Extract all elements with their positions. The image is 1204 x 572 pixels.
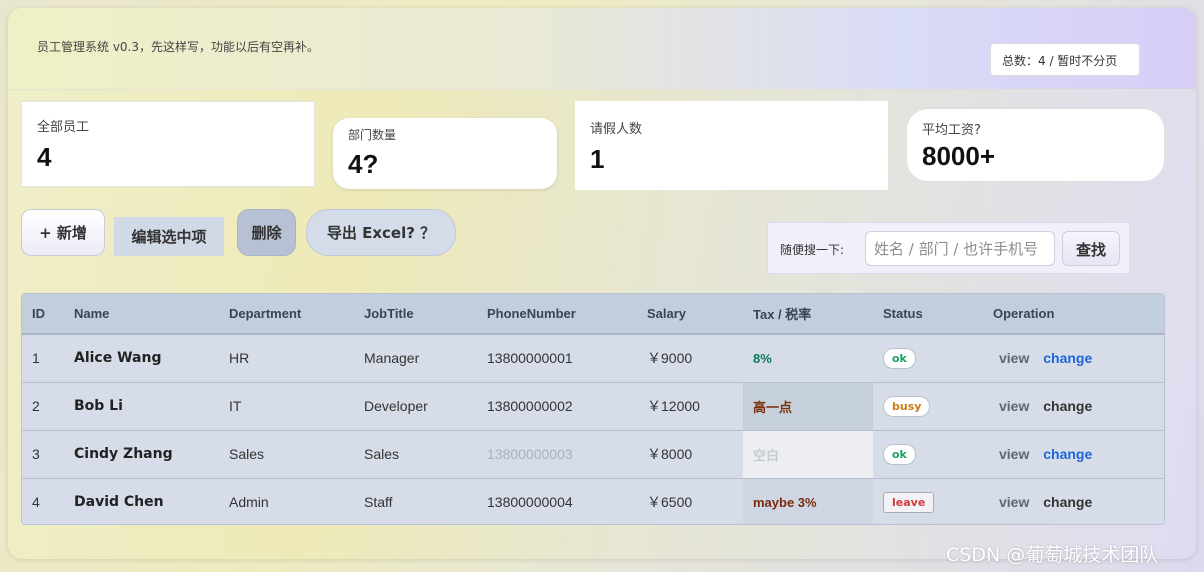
stat-value: 8000+ (922, 141, 996, 171)
cell-status: busy (873, 382, 983, 431)
stat-label: 全部员工 (37, 120, 90, 135)
cell-operation: view change (983, 334, 1164, 383)
cell-jobtitle: Staff (364, 494, 393, 511)
app-title: 员工管理系统 v0.3，先这样写，功能以后有空再补。 (37, 40, 320, 54)
stat-value: 4? (348, 149, 379, 179)
stat-card-employees: 全部员工 4 (21, 101, 315, 187)
column-header-tax[interactable]: Tax / 税率 (743, 294, 873, 335)
search-input[interactable] (865, 231, 1055, 266)
cell-id: 4 (32, 494, 40, 511)
cell-status: leave (873, 478, 983, 524)
change-link[interactable]: change (1043, 494, 1092, 510)
cell-salary: ￥12000 (637, 382, 743, 431)
cell-jobtitle: Developer (354, 382, 477, 431)
cell-name: David Chen (74, 494, 164, 511)
table-row[interactable]: 2 Bob Li IT Developer 13800000002 ￥12000… (22, 382, 1164, 431)
cell-salary: ￥6500 (647, 494, 693, 511)
cell-id: 3 (22, 430, 64, 479)
cell-department: IT (219, 382, 354, 431)
stat-value: 1 (590, 144, 605, 174)
cell-jobtitle: Sales (354, 430, 477, 479)
search-bar: 随便搜一下: 查找 (767, 222, 1130, 274)
search-button[interactable]: 查找 (1062, 231, 1120, 266)
cell-phone: 13800000002 (477, 382, 637, 431)
cell-name: Alice Wang (64, 334, 219, 383)
cell-tax: 高一点 (743, 382, 873, 431)
cell-name: Bob Li (64, 382, 219, 431)
stat-card-leave: 请假人数 1 (575, 101, 888, 190)
cell-salary: ￥8000 (637, 430, 743, 479)
view-link[interactable]: view (999, 494, 1029, 510)
view-link[interactable]: view (999, 350, 1029, 366)
cell-tax: 8% (743, 334, 873, 383)
cell-tax: maybe 3% (743, 478, 873, 524)
table-row[interactable]: 1 Alice Wang HR Manager 13800000001 ￥900… (22, 334, 1164, 383)
cell-department: HR (219, 334, 354, 383)
edit-selected-button[interactable]: 编辑选中项 (114, 217, 224, 256)
column-header-jobtitle[interactable]: JobTitle (354, 294, 477, 335)
cell-id: 1 (22, 334, 64, 383)
cell-phone: 13800000004 (487, 494, 573, 511)
status-badge: busy (883, 395, 931, 417)
cell-operation: view change (983, 478, 1164, 524)
stat-card-avg-salary: 平均工资? 8000+ (906, 108, 1165, 182)
status-badge: ok (883, 443, 916, 465)
cell-status: ok (873, 430, 983, 479)
employee-table: ID Name Department JobTitle PhoneNumber … (21, 293, 1165, 525)
table-header-row: ID Name Department JobTitle PhoneNumber … (22, 294, 1164, 335)
status-badge: leave (883, 491, 935, 513)
cell-tax: 空白 (743, 430, 873, 479)
change-link[interactable]: change (1043, 398, 1092, 414)
column-header-status[interactable]: Status (873, 294, 983, 335)
stat-value: 4 (37, 142, 52, 172)
cell-department: Admin (229, 494, 269, 511)
cell-operation: view change (983, 430, 1164, 479)
cell-salary: ￥9000 (637, 334, 743, 383)
table-row[interactable]: 4 David Chen Admin Staff 13800000004 ￥65… (22, 478, 1164, 524)
column-header-operation[interactable]: Operation (983, 294, 1164, 335)
search-label: 随便搜一下: (780, 243, 845, 257)
delete-button[interactable]: 删除 (237, 209, 296, 256)
column-header-id[interactable]: ID (22, 294, 64, 335)
cell-status: ok (873, 334, 983, 383)
change-link[interactable]: change (1043, 350, 1092, 366)
status-badge: ok (883, 347, 916, 369)
stat-label: 部门数量 (348, 128, 397, 142)
cell-name: Cindy Zhang (64, 430, 219, 479)
column-header-salary[interactable]: Salary (637, 294, 743, 335)
cell-operation: view change (983, 382, 1164, 431)
column-header-phone[interactable]: PhoneNumber (477, 294, 637, 335)
view-link[interactable]: view (999, 446, 1029, 462)
cell-phone: 13800000001 (477, 334, 637, 383)
column-header-department[interactable]: Department (219, 294, 354, 335)
header: 员工管理系统 v0.3，先这样写，功能以后有空再补。 总数：4 / 暂时不分页 (8, 8, 1196, 90)
total-count-badge: 总数：4 / 暂时不分页 (990, 43, 1140, 76)
cell-id: 2 (22, 382, 64, 431)
stat-label: 请假人数 (590, 122, 643, 137)
stat-label: 平均工资? (922, 123, 981, 138)
add-button[interactable]: + 新增 (21, 209, 105, 256)
table-row[interactable]: 3 Cindy Zhang Sales Sales 13800000003 ￥8… (22, 430, 1164, 479)
stat-card-departments: 部门数量 4? (333, 118, 557, 189)
cell-jobtitle: Manager (354, 334, 477, 383)
watermark: CSDN @葡萄城技术团队 (946, 544, 1159, 566)
cell-phone: 13800000003 (477, 430, 637, 479)
export-excel-button[interactable]: 导出 Excel? ？ (306, 209, 456, 256)
change-link[interactable]: change (1043, 446, 1092, 462)
view-link[interactable]: view (999, 398, 1029, 414)
column-header-name[interactable]: Name (64, 294, 219, 335)
cell-department: Sales (219, 430, 354, 479)
